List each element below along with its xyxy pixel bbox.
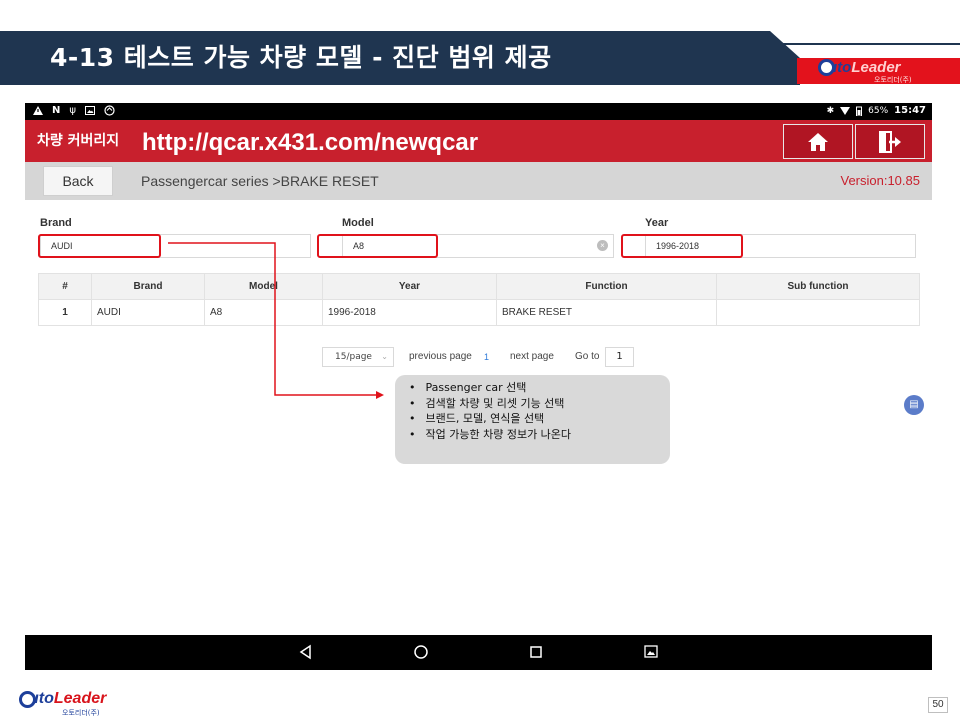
footer-logo-subtitle: 오토리더(주) — [62, 709, 100, 717]
screenshot-nav-icon[interactable] — [643, 644, 659, 660]
system-nav-bar — [25, 635, 932, 670]
note-item: 작업 가능한 차량 정보가 나온다 — [409, 427, 670, 443]
page-number: 50 — [928, 697, 948, 713]
back-nav-icon[interactable] — [298, 644, 314, 660]
header-divider — [770, 43, 960, 45]
note-item: Passenger car 선택 — [409, 380, 670, 396]
header-logo-subtitle: 오토리더(주) — [874, 76, 912, 84]
slide-title-banner: 4-13 테스트 가능 차량 모델 - 진단 범위 제공 — [0, 31, 800, 85]
home-nav-icon[interactable] — [413, 644, 429, 660]
clipboard-icon[interactable]: ▤ — [904, 395, 924, 415]
instruction-note: Passenger car 선택 검색할 차량 및 리셋 기능 선택 브랜드, … — [395, 375, 670, 464]
logo-ring-icon — [19, 690, 36, 708]
logo-ring-icon — [818, 59, 835, 76]
logo-word-end: Leader — [53, 690, 107, 707]
logo-word-end: Leader — [851, 59, 901, 76]
footer-logo: utoLeader — [19, 690, 106, 708]
note-item: 브랜드, 모델, 연식을 선택 — [409, 411, 670, 427]
header-logo: utoLeader — [818, 59, 901, 76]
note-item: 검색할 차량 및 리셋 기능 선택 — [409, 396, 670, 412]
tablet-screen: N ψ ✱ 65% 15:47 차량 커버리지 http://qcar.x431… — [25, 103, 932, 670]
slide-title: 4-13 테스트 가능 차량 모델 - 진단 범위 제공 — [50, 43, 552, 72]
recents-nav-icon[interactable] — [528, 644, 544, 660]
